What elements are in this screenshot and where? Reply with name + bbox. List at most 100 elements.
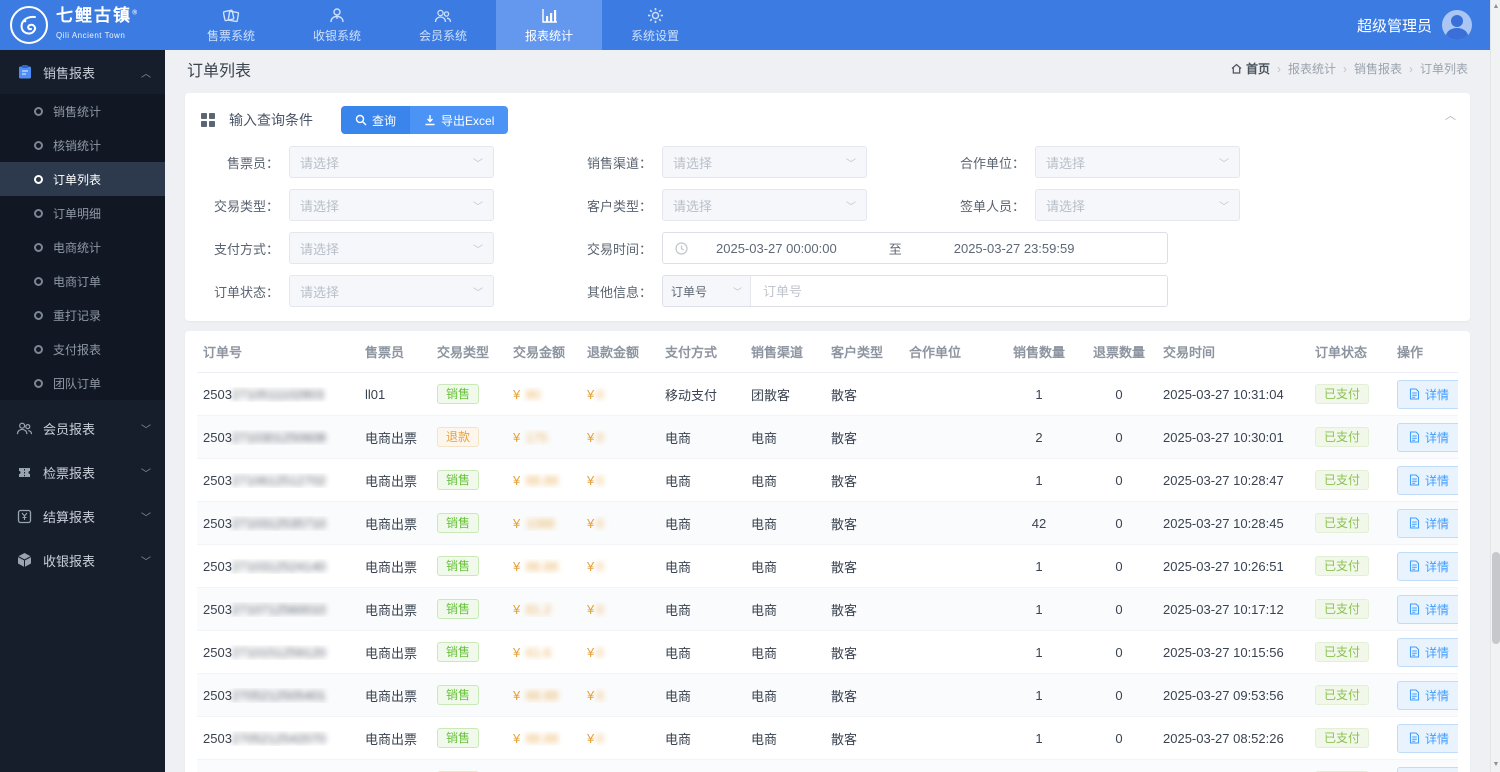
type-cell: 退款: [431, 427, 507, 447]
sales-channel-select[interactable]: 请选择﹀: [662, 146, 867, 178]
filter-transaction-type: 交易类型： 请选择﹀: [201, 189, 494, 221]
nav-item-reports[interactable]: 报表统计: [496, 0, 602, 50]
sidebar-item-order-list[interactable]: 订单列表: [0, 162, 165, 196]
order-no-cell: 25032710312535710: [197, 516, 359, 531]
circle-icon: [34, 175, 43, 184]
col-sale-qty: 销售数量: [997, 342, 1081, 361]
order-number-input[interactable]: [751, 276, 1167, 306]
status-badge: 已支付: [1315, 427, 1369, 447]
ticket-check-icon: [16, 464, 33, 481]
nav-item-ticketing[interactable]: 售票系统: [178, 0, 284, 50]
koi-fish-logo-icon: [10, 6, 48, 44]
sidebar-item-sales-stats[interactable]: 销售统计: [0, 94, 165, 128]
search-icon: [355, 114, 367, 126]
partner-select[interactable]: 请选择﹀: [1035, 146, 1240, 178]
detail-button[interactable]: 详情: [1397, 466, 1458, 495]
time-cell: 2025-03-27 10:17:12: [1157, 602, 1309, 617]
breadcrumb-sales-reports[interactable]: 销售报表: [1354, 60, 1402, 77]
other-info-type-select[interactable]: 订单号﹀: [663, 276, 751, 306]
sidebar-item-order-detail[interactable]: 订单明细: [0, 196, 165, 230]
seller-select[interactable]: 请选择﹀: [289, 146, 494, 178]
detail-button[interactable]: 详情: [1397, 767, 1458, 772]
order-status-select[interactable]: 请选择﹀: [289, 275, 494, 307]
circle-icon: [34, 209, 43, 218]
action-cell: 详情: [1391, 638, 1458, 667]
transaction-type-badge: 销售: [437, 599, 479, 619]
amount-cell: ¥ 88.88: [507, 559, 581, 574]
type-cell: 销售: [431, 384, 507, 404]
payment-cell: 电商: [659, 643, 745, 662]
detail-button[interactable]: 详情: [1397, 595, 1458, 624]
circle-icon: [34, 379, 43, 388]
detail-button[interactable]: 详情: [1397, 638, 1458, 667]
page-scrollbar[interactable]: ▲ ▼: [1490, 0, 1500, 772]
yuan-square-icon: [16, 508, 33, 525]
export-excel-button[interactable]: 导出Excel: [410, 106, 508, 134]
sidebar-group-member-reports[interactable]: 会员报表 ﹀: [0, 406, 165, 450]
col-actions: 操作: [1391, 342, 1458, 361]
user-area[interactable]: 超级管理员: [1357, 0, 1500, 50]
seller-cell: 电商出票: [359, 428, 431, 447]
chevron-down-icon: ﹀: [141, 421, 151, 436]
type-cell: 销售: [431, 556, 507, 576]
detail-button[interactable]: 详情: [1397, 380, 1458, 409]
sidebar-item-group-orders[interactable]: 团队订单: [0, 366, 165, 400]
search-button[interactable]: 查询: [341, 106, 410, 134]
col-customer: 客户类型: [825, 342, 903, 361]
sidebar-group-sales-reports[interactable]: 销售报表 ︿: [0, 50, 165, 94]
panel-collapse-chevron-icon[interactable]: ︿: [1445, 107, 1456, 123]
end-datetime-value[interactable]: 2025-03-27 23:59:59: [954, 241, 1075, 256]
refund-amount-cell: ¥0: [581, 731, 659, 746]
sidebar-group-ticketcheck-reports[interactable]: 检票报表 ﹀: [0, 450, 165, 494]
sidebar-item-ecommerce-orders[interactable]: 电商订单: [0, 264, 165, 298]
sale-qty-cell: 1: [997, 731, 1081, 746]
refund-qty-cell: 0: [1081, 430, 1157, 445]
status-badge: 已支付: [1315, 728, 1369, 748]
sidebar-group-settlement-reports[interactable]: 结算报表 ﹀: [0, 494, 165, 538]
breadcrumb-home[interactable]: 首页: [1231, 60, 1270, 77]
nav-item-members[interactable]: 会员系统: [390, 0, 496, 50]
document-icon: [1409, 732, 1420, 744]
payment-method-select[interactable]: 请选择﹀: [289, 232, 494, 264]
sale-qty-cell: 1: [997, 387, 1081, 402]
breadcrumb-order-list[interactable]: 订单列表: [1420, 60, 1468, 77]
table-row: 25032705212542070 电商出票 销售 ¥ 88.88 ¥0 电商 …: [197, 717, 1458, 760]
refund-amount-cell: ¥0: [581, 430, 659, 445]
customer-cell: 散客: [825, 643, 903, 662]
scrollbar-thumb[interactable]: [1492, 552, 1500, 644]
sidebar-item-verify-stats[interactable]: 核销统计: [0, 128, 165, 162]
scroll-up-arrow-icon[interactable]: ▲: [1491, 1, 1500, 13]
circle-icon: [34, 311, 43, 320]
sidebar-item-ecommerce-stats[interactable]: 电商统计: [0, 230, 165, 264]
breadcrumb-reports[interactable]: 报表统计: [1288, 60, 1336, 77]
order-no-cell: 25032710612512702: [197, 473, 359, 488]
transaction-type-badge: 销售: [437, 470, 479, 490]
nav-item-settings[interactable]: 系统设置: [602, 0, 708, 50]
start-datetime-value[interactable]: 2025-03-27 00:00:00: [716, 241, 837, 256]
detail-button[interactable]: 详情: [1397, 423, 1458, 452]
sidebar-item-reprint-records[interactable]: 重打记录: [0, 298, 165, 332]
sidebar-item-payment-report[interactable]: 支付报表: [0, 332, 165, 366]
status-badge: 已支付: [1315, 685, 1369, 705]
sidebar-group-cashier-reports[interactable]: 收银报表 ﹀: [0, 538, 165, 582]
detail-button[interactable]: 详情: [1397, 681, 1458, 710]
customer-type-select[interactable]: 请选择﹀: [662, 189, 867, 221]
refund-qty-cell: 0: [1081, 559, 1157, 574]
signer-select[interactable]: 请选择﹀: [1035, 189, 1240, 221]
transaction-type-badge: 退款: [437, 427, 479, 447]
document-icon: [1409, 474, 1420, 486]
scroll-down-arrow-icon[interactable]: ▼: [1491, 759, 1500, 771]
detail-button[interactable]: 详情: [1397, 724, 1458, 753]
avatar[interactable]: [1442, 10, 1472, 40]
col-refund: 退款金额: [581, 342, 659, 361]
transaction-type-select[interactable]: 请选择﹀: [289, 189, 494, 221]
date-range-input[interactable]: 2025-03-27 00:00:00 至 2025-03-27 23:59:5…: [662, 232, 1168, 264]
nav-item-cashier[interactable]: 收银系统: [284, 0, 390, 50]
main-content: 订单列表 首页 › 报表统计 › 销售报表 › 订单列表 输入查询条件 查询: [165, 50, 1490, 772]
seller-cell: 电商出票: [359, 471, 431, 490]
action-cell: 详情: [1391, 681, 1458, 710]
detail-button[interactable]: 详情: [1397, 552, 1458, 581]
detail-button[interactable]: 详情: [1397, 509, 1458, 538]
customer-cell: 散客: [825, 729, 903, 748]
col-status: 订单状态: [1309, 342, 1391, 361]
